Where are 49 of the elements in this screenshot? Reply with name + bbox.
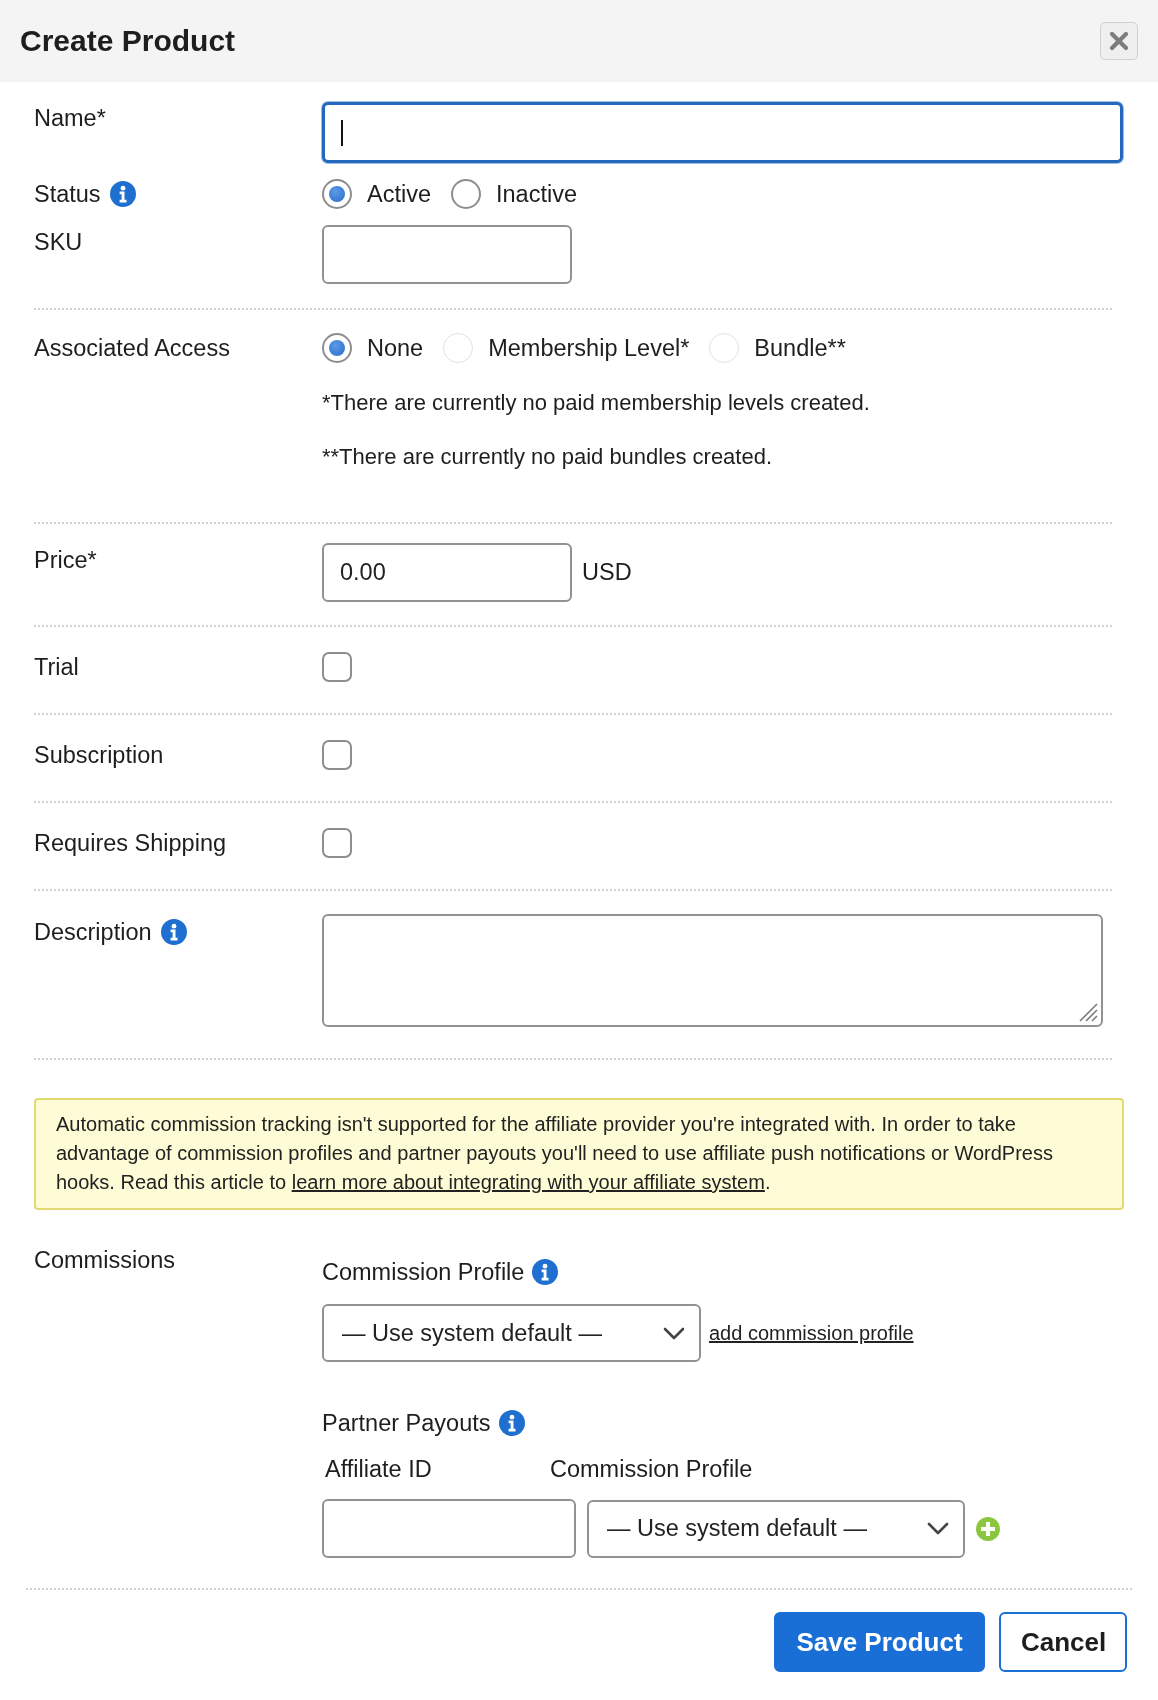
cancel-button[interactable]: Cancel	[999, 1612, 1127, 1672]
checkbox[interactable]	[322, 828, 352, 858]
notice-link[interactable]: learn more about integrating with your affiliate system	[291, 1171, 765, 1193]
field-label: Associated Access	[34, 335, 230, 361]
text-cursor-icon	[341, 119, 343, 146]
field-label: Commissions	[34, 1247, 176, 1273]
info-icon[interactable]	[160, 918, 187, 945]
radio-label[interactable]: None	[367, 334, 424, 362]
currency-label: USD	[582, 559, 632, 586]
text-field[interactable]	[322, 102, 1123, 163]
dropdown[interactable]: — Use system default —	[587, 1499, 965, 1558]
dropdown[interactable]: — Use system default —	[322, 1304, 701, 1362]
checkbox[interactable]	[322, 740, 352, 770]
chevron-down-icon	[663, 1326, 685, 1340]
info-icon[interactable]	[498, 1410, 525, 1436]
text-field[interactable]: 0.00	[322, 543, 572, 602]
field-label: Description	[34, 918, 152, 945]
field-label: Trial	[34, 654, 79, 680]
note-text: *There are currently no paid membership levels created.	[322, 391, 870, 415]
field-label: Status	[34, 181, 101, 207]
radio-button[interactable]	[451, 179, 481, 209]
radio-label[interactable]: Active	[367, 180, 431, 208]
section-heading: Partner Payouts	[322, 1410, 491, 1436]
chevron-down-icon	[927, 1522, 949, 1535]
info-icon[interactable]	[109, 181, 136, 207]
dialog-title: Create Product	[20, 24, 236, 58]
field-label: SKU	[34, 229, 83, 255]
close-icon	[1109, 31, 1129, 51]
notice-text: Automatic commission tracking isn't supported for the affiliate provider you're integrated with. In order to take advantage of commission profiles and partner payouts you'll need to use affiliate push notifications or WordPress hooks. Read this article to learn more about integrating with your affiliate system.	[34, 1098, 1124, 1210]
field-label: Price*	[34, 547, 97, 573]
field-label: Name*	[34, 105, 106, 131]
radio-button[interactable]	[322, 333, 352, 363]
save-button[interactable]: Save Product	[774, 1612, 985, 1672]
close-button[interactable]	[1100, 22, 1138, 60]
radio-button[interactable]	[322, 179, 352, 209]
column-label: Affiliate ID	[324, 1456, 433, 1482]
text-field[interactable]	[322, 225, 572, 284]
description-textarea[interactable]	[322, 914, 1103, 1027]
checkbox[interactable]	[322, 652, 352, 682]
plus-circle-icon[interactable]	[976, 1516, 1000, 1541]
field-label: Requires Shipping	[34, 830, 227, 856]
column-label: Commission Profile	[550, 1456, 753, 1482]
radio-label[interactable]: Inactive	[496, 180, 577, 208]
info-icon[interactable]	[532, 1259, 559, 1285]
field-label: Subscription	[34, 742, 164, 768]
affiliate-id-field[interactable]	[322, 1499, 576, 1558]
section-heading: Commission Profile	[322, 1259, 525, 1285]
note-text: **There are currently no paid bundles created.	[322, 445, 773, 469]
add-profile-link[interactable]: add commission profile	[709, 1321, 914, 1345]
